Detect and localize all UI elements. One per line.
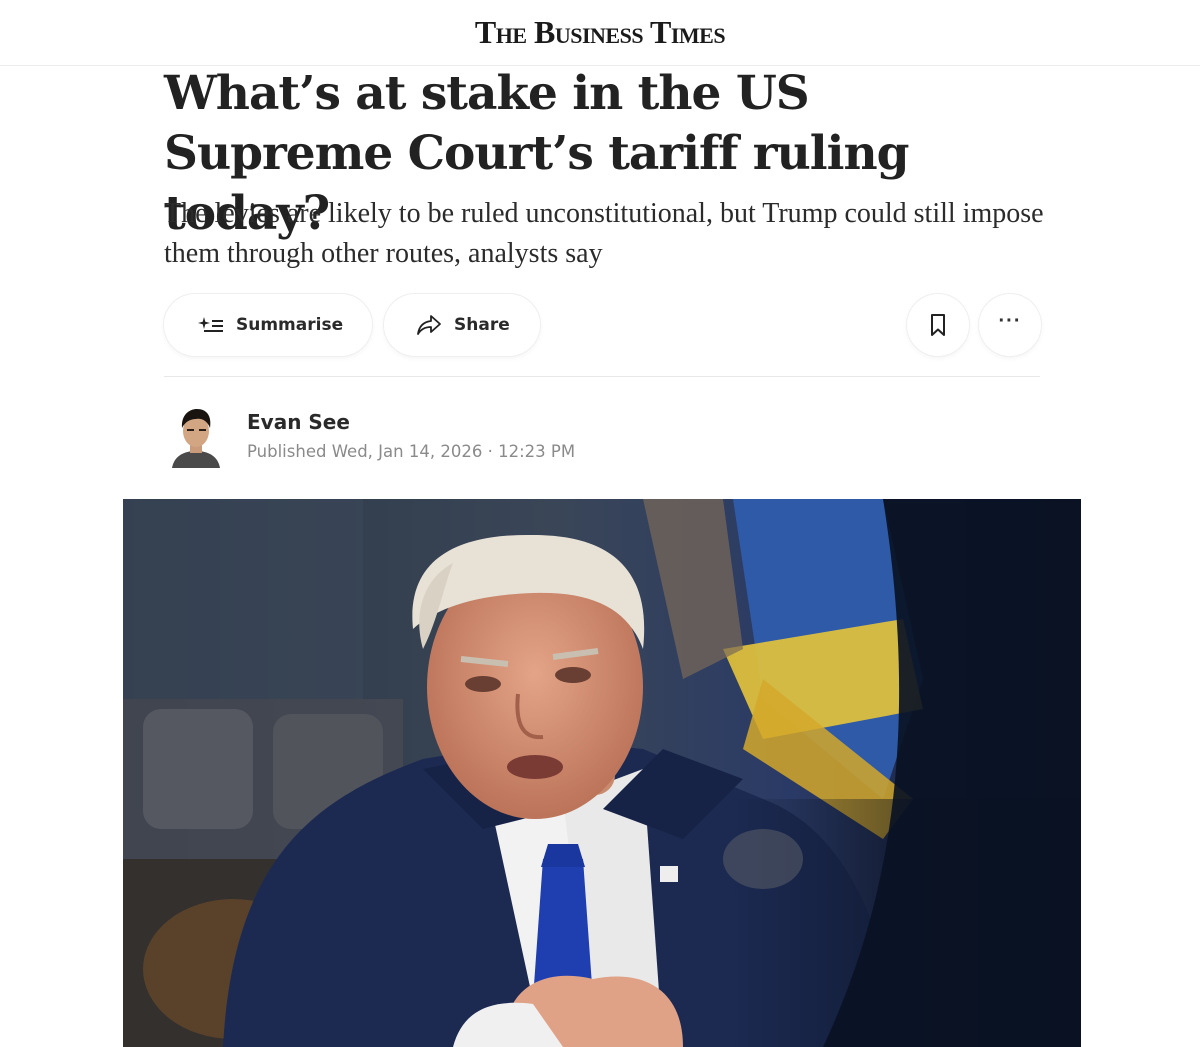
share-button[interactable]: Share (384, 294, 540, 356)
divider (164, 376, 1040, 377)
article-deck: The levies are likely to be ruled uncons… (164, 198, 1044, 269)
published-date: Wed, Jan 14, 2026 (331, 442, 483, 461)
article-actions: Summarise Share ··· (164, 294, 1041, 356)
sparkle-list-icon (198, 315, 224, 335)
author-name[interactable]: Evan See (247, 410, 350, 434)
bookmark-icon (929, 313, 947, 337)
published-timestamp: Published Wed, Jan 14, 2026 · 12:23 PM (247, 442, 575, 461)
bookmark-button[interactable] (907, 294, 969, 356)
published-prefix: Published (247, 442, 327, 461)
site-logo[interactable]: The Business Times (475, 14, 726, 51)
share-label: Share (454, 315, 510, 335)
lead-image (123, 499, 1081, 1047)
summarise-button[interactable]: Summarise (164, 294, 372, 356)
share-arrow-icon (416, 314, 442, 336)
masthead: The Business Times (0, 0, 1200, 66)
published-time: 12:23 PM (498, 442, 576, 461)
more-options-button[interactable]: ··· (979, 294, 1041, 356)
summarise-label: Summarise (236, 315, 344, 335)
author-avatar[interactable] (170, 404, 222, 468)
more-horizontal-icon: ··· (998, 310, 1022, 332)
timestamp-separator: · (487, 442, 493, 461)
